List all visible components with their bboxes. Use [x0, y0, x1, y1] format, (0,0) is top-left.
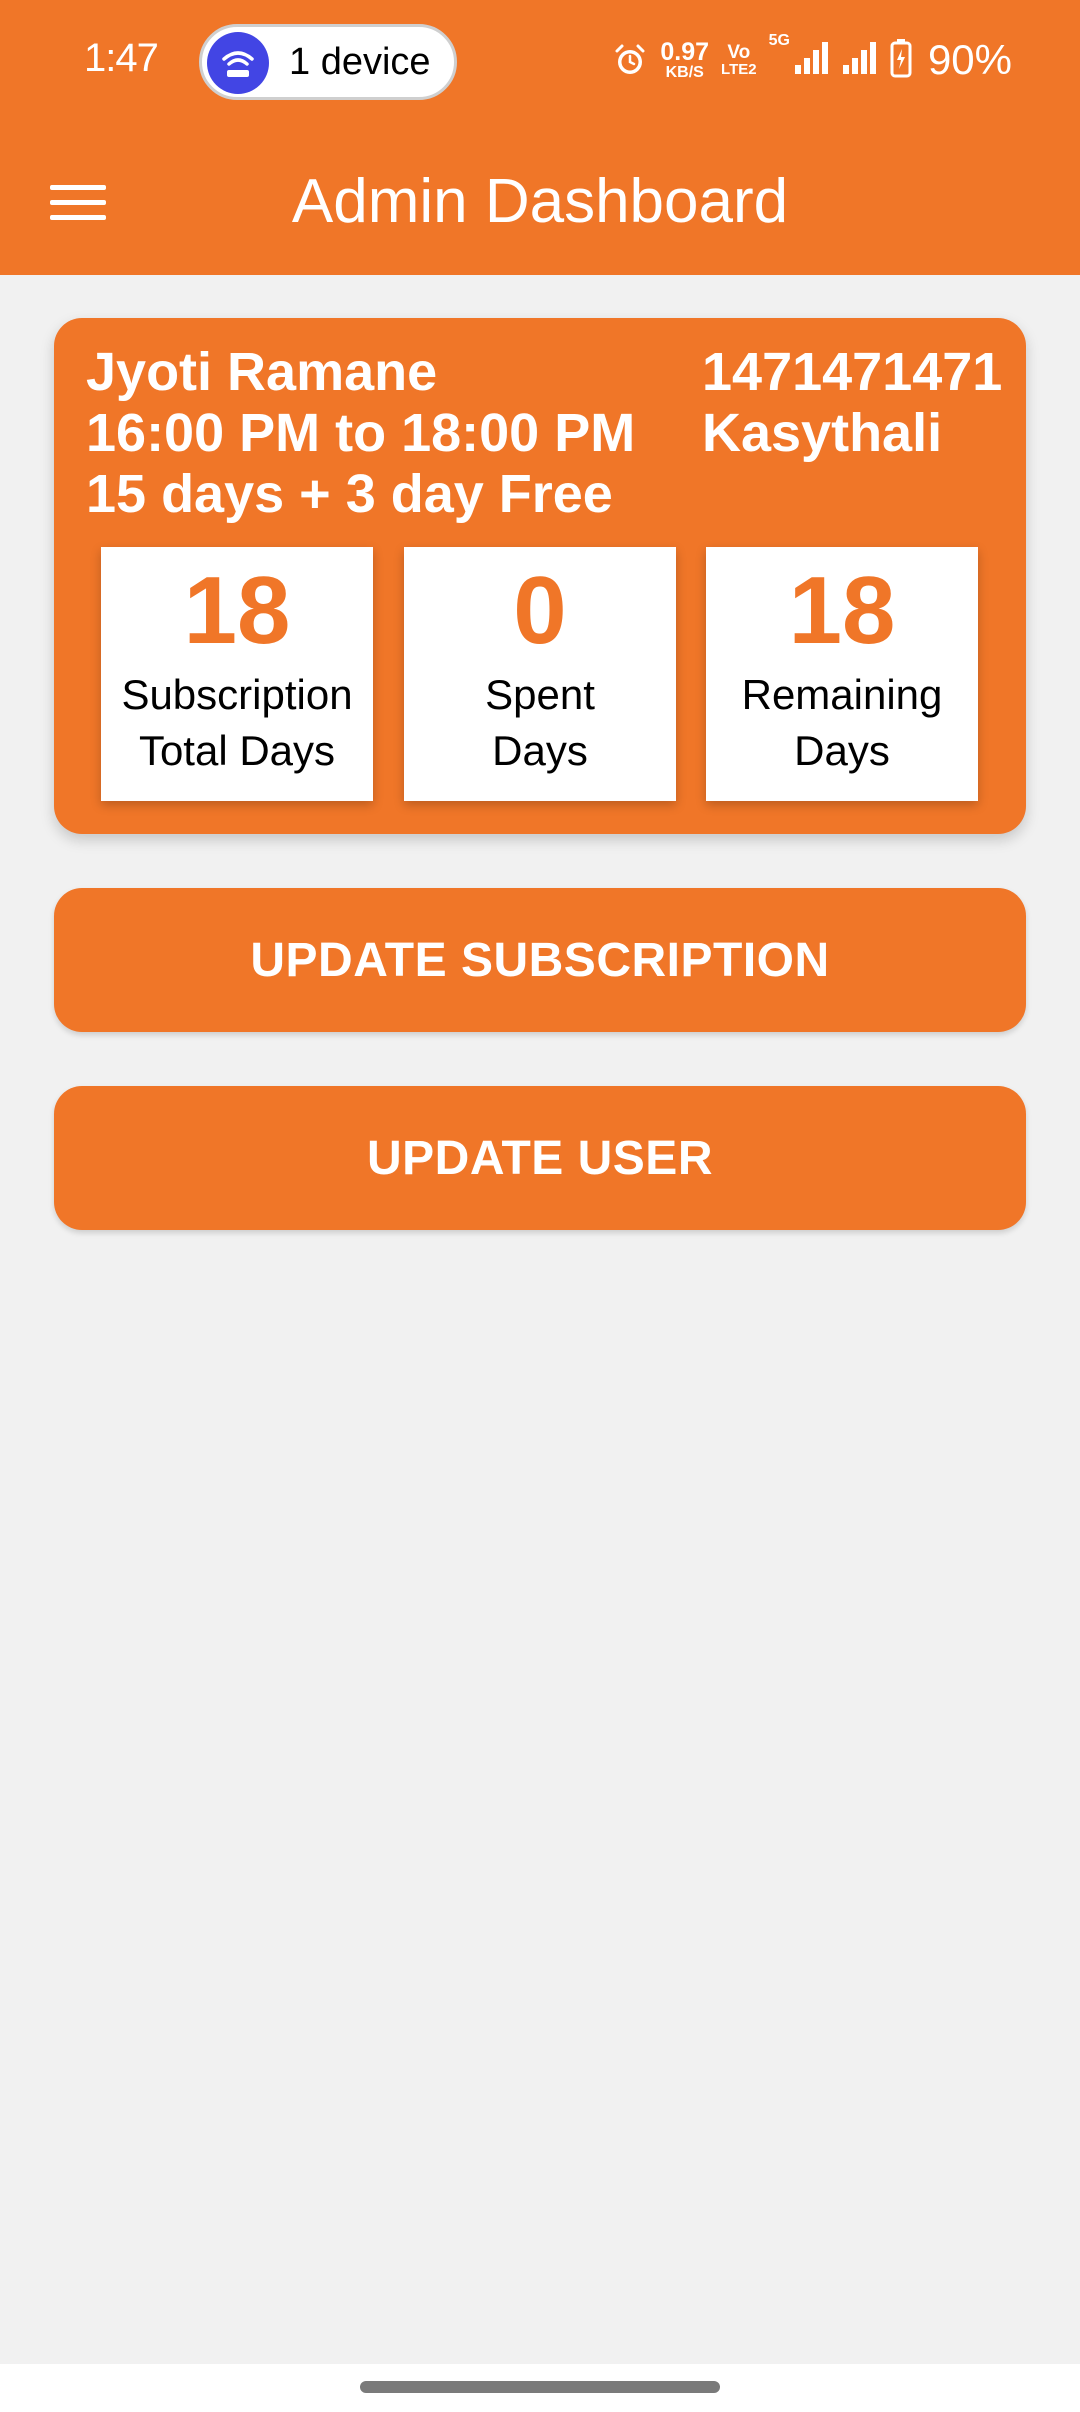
plan-description: 15 days + 3 day Free	[86, 464, 613, 524]
stat-label-line2: Days	[794, 727, 890, 774]
stat-total-days: 18 Subscription Total Days	[101, 547, 373, 801]
gesture-handle[interactable]	[360, 2381, 720, 2393]
battery-icon	[890, 38, 912, 83]
network-speed-unit: KB/S	[665, 63, 704, 81]
network-speed-value: 0.97	[660, 37, 710, 66]
network-type-5g: 5G	[768, 32, 790, 49]
navigation-bar	[0, 2364, 1080, 2412]
stat-spent-days-label: Spent Days	[404, 667, 676, 779]
stat-spent-days-value: 0	[513, 557, 567, 664]
hotspot-label: 1 device	[289, 41, 431, 83]
stat-label-line2: Total Days	[138, 727, 336, 774]
status-icons: 0.97 KB/S Vo LTE2 5G 90%	[612, 28, 1012, 92]
stat-label-line1: Remaining	[741, 671, 943, 718]
update-user-button[interactable]: UPDATE USER	[54, 1086, 1026, 1230]
stat-label-line1: Subscription	[121, 671, 353, 718]
hotspot-indicator[interactable]: 1 device	[199, 24, 457, 100]
user-name: Jyoti Ramane	[86, 342, 438, 402]
hotspot-icon	[207, 32, 269, 94]
stat-spent-days: 0 Spent Days	[404, 547, 676, 801]
stat-total-days-label: Subscription Total Days	[101, 667, 373, 779]
volte-indicator: Vo LTE2	[721, 43, 757, 77]
stat-remaining-days-value: 18	[788, 557, 896, 664]
card-user-info: Jyoti Ramane 16:00 PM to 18:00 PM 15 day…	[86, 342, 635, 525]
stat-remaining-days: 18 Remaining Days	[706, 547, 978, 801]
signal-icon-2	[842, 41, 878, 80]
app-bar: Admin Dashboard	[0, 124, 1080, 275]
card-contact-info: 1471471471 Kasythali	[702, 342, 1002, 464]
page-title: Admin Dashboard	[291, 167, 789, 236]
subscription-card: Jyoti Ramane 16:00 PM to 18:00 PM 15 day…	[54, 318, 1026, 834]
volte-top: Vo	[727, 42, 751, 63]
status-bar: 1:47 1 device 0.97 KB/S Vo LTE2 5G 90%	[0, 0, 1080, 124]
alarm-icon	[612, 42, 648, 78]
stat-remaining-days-label: Remaining Days	[706, 667, 978, 779]
location: Kasythali	[702, 403, 943, 463]
battery-percentage: 90%	[927, 36, 1012, 83]
update-subscription-button[interactable]: UPDATE SUBSCRIPTION	[54, 888, 1026, 1032]
signal-icon	[794, 41, 830, 80]
status-time: 1:47	[84, 36, 159, 80]
phone-number: 1471471471	[702, 342, 1003, 402]
time-slot: 16:00 PM to 18:00 PM	[86, 403, 636, 463]
stat-label-line2: Days	[492, 727, 588, 774]
volte-bottom: LTE2	[721, 61, 757, 78]
network-speed: 0.97 KB/S	[660, 37, 710, 81]
stat-label-line1: Spent	[485, 671, 595, 718]
stat-total-days-value: 18	[183, 557, 291, 664]
